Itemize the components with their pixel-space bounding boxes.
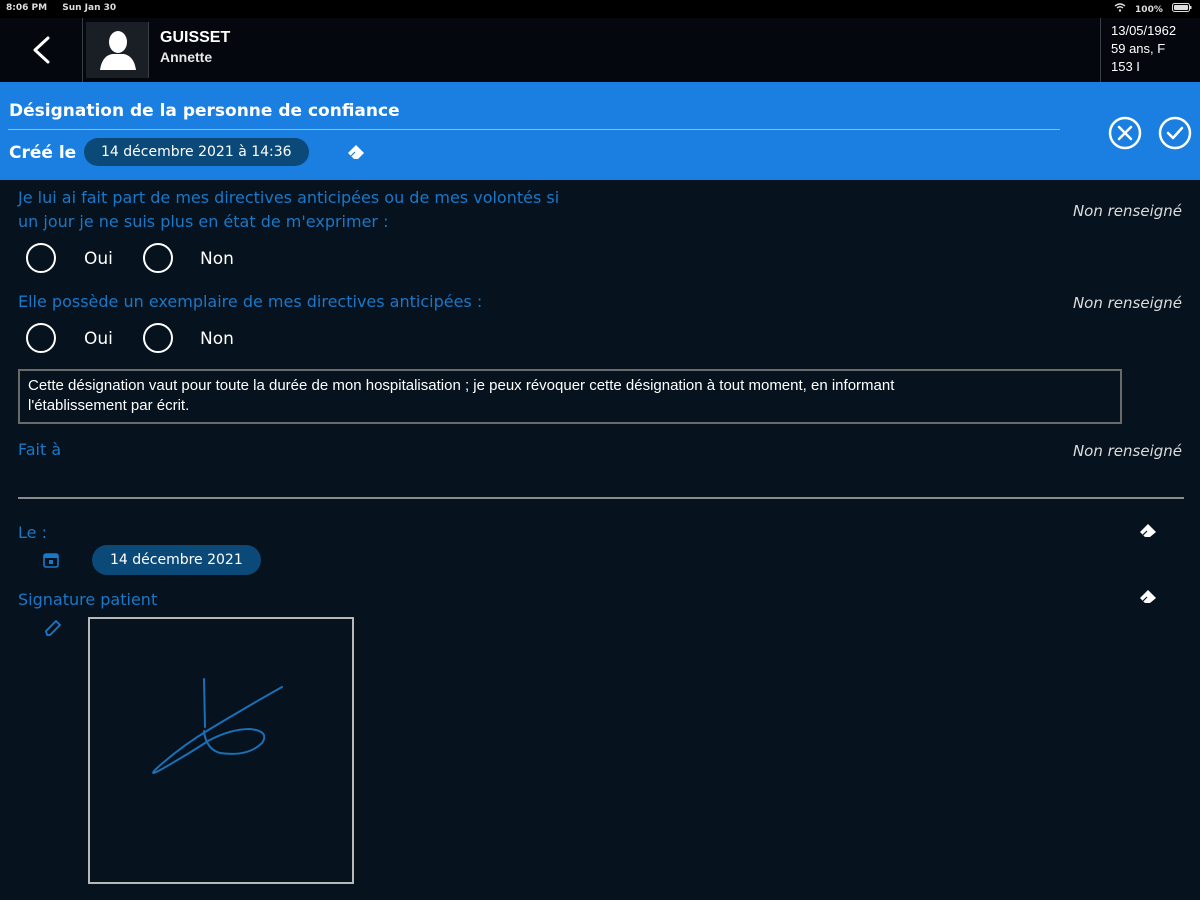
- date-pill[interactable]: 14 décembre 2021: [92, 545, 261, 575]
- chevron-left-icon: [33, 36, 50, 64]
- question-1-label-no: Non: [200, 249, 234, 269]
- info-text-box: Cette désignation vaut pour toute la dur…: [18, 369, 1122, 424]
- battery-icon: [1172, 3, 1192, 15]
- status-bar: 8:06 PM Sun Jan 30 100%: [0, 0, 1200, 18]
- back-button[interactable]: [0, 18, 83, 82]
- patient-age-sex: 59 ans, F: [1111, 41, 1166, 56]
- status-bar-left: 8:06 PM Sun Jan 30: [6, 3, 128, 13]
- status-time: 8:06 PM: [6, 3, 48, 13]
- signature-label: Signature patient: [18, 590, 158, 609]
- circle-check-icon: [1158, 116, 1192, 150]
- question-1-status: Non renseigné: [1072, 202, 1182, 220]
- question-1-label-yes: Oui: [84, 249, 113, 269]
- question-2-status: Non renseigné: [1072, 294, 1182, 312]
- patient-info: 13/05/1962 59 ans, F 153 I: [1100, 18, 1200, 82]
- calendar-icon[interactable]: [43, 552, 59, 572]
- avatar: [86, 22, 149, 78]
- eraser-created-button[interactable]: [345, 142, 367, 164]
- question-1-label: Je lui ai fait part de mes directives an…: [18, 186, 559, 234]
- patient-first-name: Annette: [160, 49, 213, 65]
- question-2-radio-yes[interactable]: [26, 323, 56, 353]
- title-divider: [8, 129, 1060, 130]
- eraser-icon: [1140, 590, 1156, 603]
- status-bar-right: 100%: [1108, 3, 1192, 15]
- eraser-icon: [348, 145, 364, 159]
- signature-pad[interactable]: [88, 617, 354, 884]
- question-2-label-no: Non: [200, 329, 234, 349]
- patient-last-name: GUISSET: [160, 29, 231, 46]
- status-date: Sun Jan 30: [62, 3, 117, 13]
- question-1-line-2: un jour je ne suis plus en état de m'exp…: [18, 212, 389, 231]
- fait-a-status: Non renseigné: [1072, 442, 1182, 460]
- confirm-button[interactable]: [1158, 116, 1192, 150]
- battery-percent: 100%: [1135, 5, 1163, 15]
- patient-name: GUISSET Annette: [160, 29, 230, 65]
- info-text-line-2: l'établissement par écrit.: [28, 397, 190, 414]
- signature-drawing: [152, 678, 283, 774]
- patient-header: GUISSET Annette 13/05/1962 59 ans, F 153…: [0, 18, 1200, 82]
- eraser-icon: [1140, 524, 1156, 537]
- form-title: Désignation de la personne de confiance: [9, 101, 400, 121]
- question-1-radio-yes[interactable]: [26, 243, 56, 273]
- patient-room: 153 I: [1111, 59, 1140, 74]
- patient-birth-date: 13/05/1962: [1111, 23, 1177, 38]
- question-1-radio-no[interactable]: [143, 243, 173, 273]
- circle-x-icon: [1108, 116, 1142, 150]
- le-label: Le :: [18, 523, 47, 542]
- created-date-pill: 14 décembre 2021 à 14:36: [84, 138, 309, 166]
- cancel-button[interactable]: [1108, 116, 1142, 150]
- question-2-label: Elle possède un exemplaire de mes direct…: [18, 292, 483, 311]
- fait-a-label: Fait à: [18, 440, 62, 459]
- form-header: Désignation de la personne de confiance …: [0, 82, 1200, 180]
- fait-a-input-line[interactable]: [18, 497, 1184, 499]
- eraser-date-button[interactable]: [1138, 522, 1158, 542]
- created-label: Créé le: [9, 143, 77, 163]
- info-text-line-1: Cette désignation vaut pour toute la dur…: [28, 377, 895, 394]
- question-1-line-1: Je lui ai fait part de mes directives an…: [18, 188, 560, 207]
- user-silhouette-icon: [100, 31, 136, 70]
- question-2-label-yes: Oui: [84, 329, 113, 349]
- wifi-icon: [1114, 3, 1129, 15]
- question-2-radio-no[interactable]: [143, 323, 173, 353]
- pencil-icon[interactable]: [43, 618, 63, 642]
- eraser-signature-button[interactable]: [1138, 588, 1158, 608]
